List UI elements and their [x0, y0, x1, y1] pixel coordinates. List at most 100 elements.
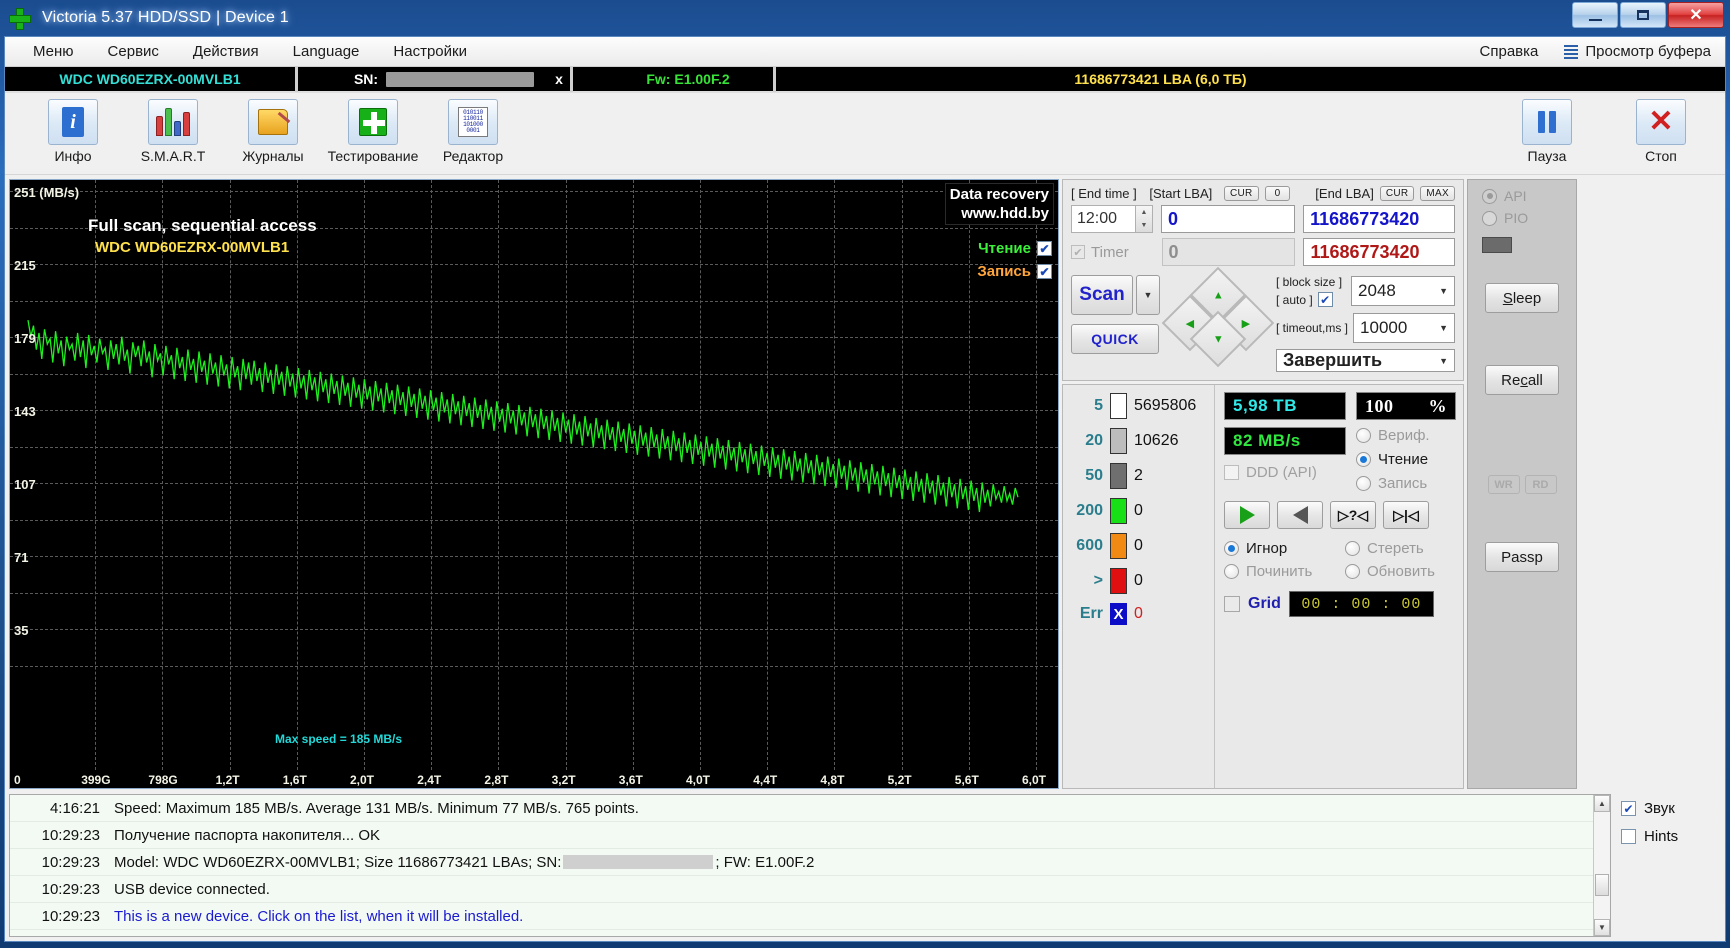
scan-results-panel: 5 5695806 20 10626 50 2 200 0 600 0 >0 Err X 0 5,98 T… [1062, 384, 1464, 789]
scan-dropdown-button[interactable]: ▼ [1136, 275, 1160, 315]
minimize-button[interactable] [1572, 2, 1618, 28]
drive-model[interactable]: WDC WD60EZRX-00MVLB1 [5, 66, 295, 92]
defect-radio-repair[interactable]: Починить [1224, 563, 1335, 580]
ddd-api-checkbox[interactable] [1224, 465, 1239, 480]
defect-radio-ignore[interactable]: Игнор [1224, 540, 1335, 557]
find-defect-button[interactable]: ▷?◁ [1330, 501, 1376, 529]
quick-scan-button[interactable]: QUICK [1071, 324, 1159, 354]
log-row[interactable]: 10:29:23 USB device connected. [10, 876, 1593, 903]
mode-radio-read[interactable]: Чтение [1356, 451, 1430, 468]
close-drive-button[interactable]: x [548, 66, 570, 92]
close-button[interactable]: ✕ [1668, 2, 1724, 28]
legend-read-label: Чтение [978, 240, 1031, 257]
legend-write-row[interactable]: Запись ✔ [977, 263, 1052, 280]
timer-value-input: 0 [1161, 238, 1296, 266]
toolbar-button-journals[interactable]: Журналы [223, 99, 323, 164]
toolbar-button-info[interactable]: i Инфо [23, 99, 123, 164]
scan-parameters-panel: [ End time ] [Start LBA] CUR 0 [End LBA]… [1062, 179, 1464, 381]
grid-checkbox[interactable] [1224, 596, 1240, 612]
menu-bar: Меню Сервис Действия Language Настройки … [5, 37, 1725, 67]
log-row[interactable]: 10:29:23 Model: WDC WD60EZRX-00MVLB1; Siz… [10, 849, 1593, 876]
menu-item-service[interactable]: Сервис [98, 40, 169, 63]
recall-button[interactable]: Re c all [1485, 365, 1559, 395]
toolbar-button-testing[interactable]: Тестирование [323, 99, 423, 164]
hex-editor-icon: 010110 110011 101000 0001 [448, 99, 498, 145]
maximize-button[interactable] [1620, 2, 1666, 28]
defect-radio-refresh[interactable]: Обновить [1345, 563, 1456, 580]
x-tick-6: 2,4T [417, 773, 442, 787]
sound-checkbox[interactable]: ✔ [1621, 801, 1636, 816]
block-legend-row: >0 [1063, 568, 1214, 594]
ddd-api-row[interactable]: DDD (API) [1224, 464, 1346, 481]
legend-write-checkbox[interactable]: ✔ [1037, 264, 1052, 279]
toolbar-label-pause: Пауза [1527, 148, 1567, 164]
end-lba-cur-button[interactable]: CUR [1379, 186, 1415, 201]
timer-checkbox[interactable]: ✔ [1071, 245, 1085, 259]
log-list[interactable]: 4:16:21 Speed: Maximum 185 MB/s. Average … [9, 794, 1611, 937]
scroll-down-button[interactable]: ▼ [1594, 919, 1610, 936]
rail-radio-api[interactable]: API [1482, 188, 1527, 204]
menu-item-help[interactable]: Справка [1470, 40, 1549, 63]
play-backward-button[interactable] [1277, 501, 1323, 529]
wr-button[interactable]: WR [1487, 475, 1520, 494]
toolbar-label-editor: Редактор [442, 148, 504, 164]
passport-button[interactable]: Passp [1485, 542, 1559, 572]
menu-item-menu[interactable]: Меню [23, 40, 84, 63]
speed-graph-panel[interactable]: 251 (MB/s) 215 179 143 107 71 35 Full sc… [9, 179, 1059, 789]
toolbar-button-pause[interactable]: Пауза [1497, 99, 1597, 164]
timer-toggle[interactable]: ✔ Timer [1071, 238, 1154, 266]
redacted-serial [563, 855, 714, 869]
hints-option[interactable]: Hints [1621, 828, 1721, 845]
toolbar-button-editor[interactable]: 010110 110011 101000 0001 Редактор [423, 99, 523, 164]
serial-redacted-value [386, 71, 535, 87]
scroll-track[interactable] [1594, 812, 1610, 919]
log-rows-container: 4:16:21 Speed: Maximum 185 MB/s. Average … [10, 795, 1593, 936]
toolbar-button-smart[interactable]: S.M.A.R.T [123, 99, 223, 164]
mode-radio-verify[interactable]: Вериф. [1356, 427, 1430, 444]
log-row[interactable]: 4:16:21 Speed: Maximum 185 MB/s. Average … [10, 795, 1593, 822]
end-lba-current-value[interactable]: 11686773420 [1303, 238, 1456, 266]
start-lba-zero-button[interactable]: 0 [1264, 186, 1291, 201]
error-x-icon: X [1110, 603, 1127, 625]
mode-radio-write[interactable]: Запись [1356, 475, 1430, 492]
finish-action-select[interactable]: Завершить ▼ [1276, 349, 1455, 372]
toolbar-button-stop[interactable]: ✕ Стоп [1611, 99, 1711, 164]
scroll-up-button[interactable]: ▲ [1594, 795, 1610, 812]
error-count: 0 [1134, 605, 1143, 622]
defect-radio-erase[interactable]: Стереть [1345, 540, 1456, 557]
log-row[interactable]: 10:29:23 This is a new device. Click on t… [10, 903, 1593, 930]
end-time-spin-buttons[interactable]: ▲ ▼ [1135, 205, 1153, 233]
hints-checkbox[interactable] [1621, 829, 1636, 844]
hdd-by-banner[interactable]: Data recovery www.hdd.by [944, 183, 1054, 225]
end-time-input[interactable]: 12:00 [1071, 205, 1135, 233]
percent-value: 100 [1365, 395, 1394, 416]
menu-item-language[interactable]: Language [283, 40, 370, 63]
start-lba-input[interactable]: 0 [1161, 205, 1296, 233]
jump-to-end-button[interactable]: ▷|◁ [1383, 501, 1429, 529]
rail-radio-pio[interactable]: PIO [1482, 210, 1528, 226]
block-size-select[interactable]: 2048 ▼ [1351, 276, 1455, 306]
sound-option[interactable]: ✔ Звук [1621, 800, 1721, 817]
block-count: 0 [1134, 502, 1143, 519]
buffer-view-button[interactable]: Просмотр буфера [1564, 43, 1717, 60]
log-row[interactable]: 10:29:23 Получение паспорта накопителя...… [10, 822, 1593, 849]
auto-checkbox[interactable]: ✔ [1317, 292, 1333, 307]
timeout-select[interactable]: 10000 ▼ [1353, 313, 1455, 343]
block-color-swatch [1110, 393, 1127, 419]
sleep-button[interactable]: Sleep [1485, 283, 1559, 313]
end-lba-max-button[interactable]: MAX [1420, 186, 1455, 201]
end-lba-input[interactable]: 11686773420 [1303, 205, 1455, 233]
log-scrollbar[interactable]: ▲ ▼ [1593, 795, 1610, 936]
menu-item-actions[interactable]: Действия [183, 40, 269, 63]
start-lba-cur-button[interactable]: CUR [1224, 186, 1259, 201]
scan-button-group: Scan ▼ QUICK [1071, 275, 1160, 354]
play-forward-button[interactable] [1224, 501, 1270, 529]
legend-read-checkbox[interactable]: ✔ [1037, 241, 1052, 256]
scan-button[interactable]: Scan [1071, 275, 1133, 315]
menu-item-settings[interactable]: Настройки [383, 40, 477, 63]
rd-button[interactable]: RD [1524, 475, 1557, 494]
end-time-spinner[interactable]: 12:00 ▲ ▼ [1071, 205, 1153, 233]
chevron-down-icon: ▼ [1439, 286, 1448, 296]
scroll-thumb[interactable] [1595, 874, 1609, 896]
legend-read-row[interactable]: Чтение ✔ [977, 240, 1052, 257]
